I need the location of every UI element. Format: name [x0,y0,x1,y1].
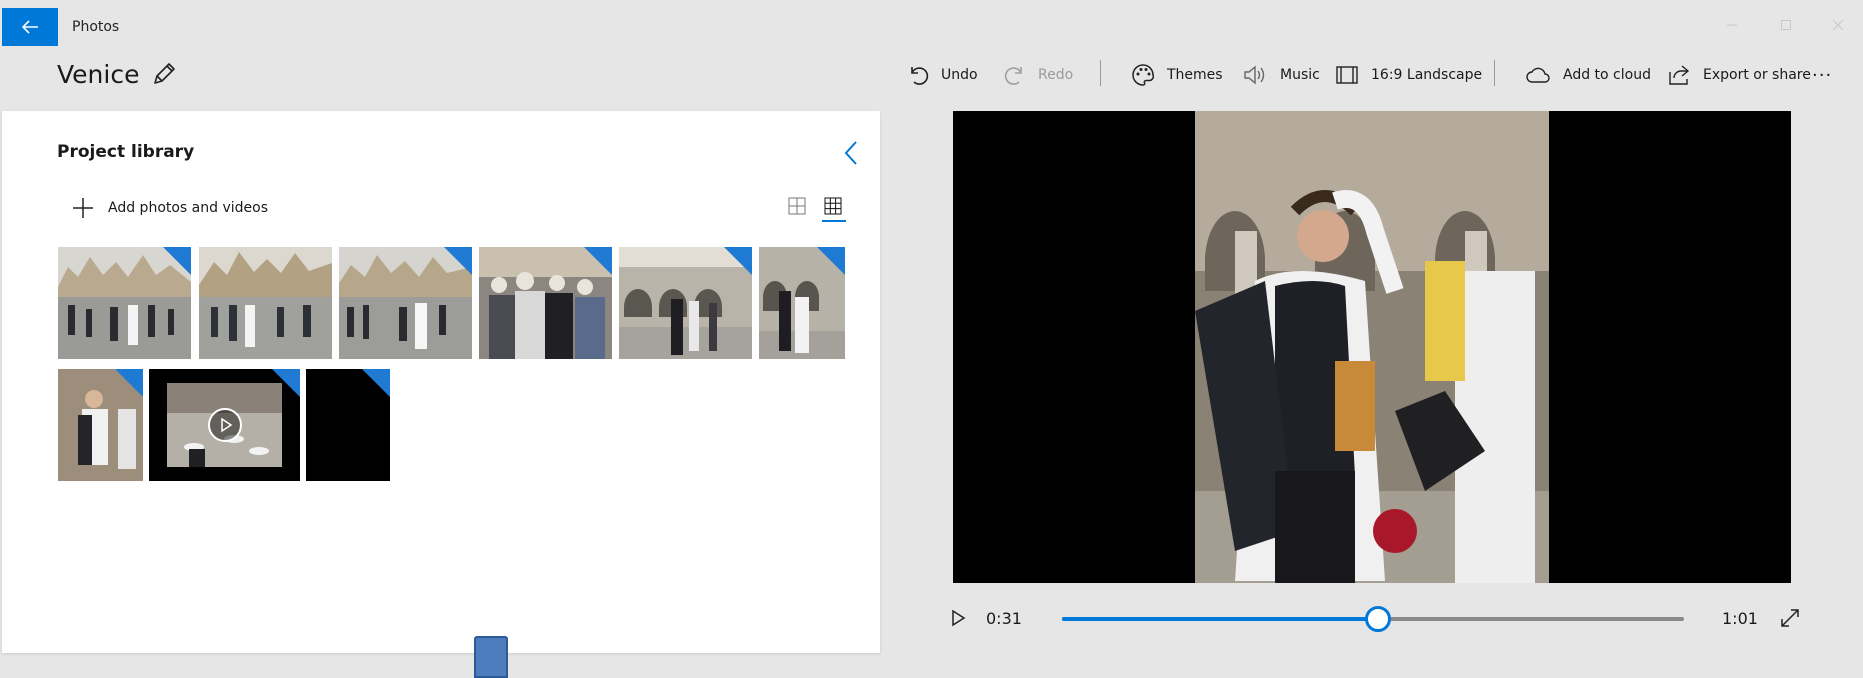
share-icon [1669,65,1690,85]
add-to-cloud-label: Add to cloud [1563,67,1651,83]
current-time: 0:31 [986,609,1022,628]
redo-button[interactable]: Redo [1004,60,1073,90]
aspect-ratio-icon [1336,66,1358,84]
library-item-photo[interactable] [58,369,143,481]
seek-thumb[interactable] [1364,606,1391,632]
play-icon [220,417,232,433]
collapse-library-button[interactable] [840,139,864,167]
palette-icon [1132,64,1155,86]
large-thumbnails-view-button[interactable] [788,197,806,219]
maximize-icon [1781,20,1791,30]
aspect-ratio-label: 16:9 Landscape [1371,67,1483,83]
pencil-icon [154,63,175,84]
library-item-photo[interactable] [479,247,612,359]
toolbar-divider [1494,60,1495,86]
add-photos-videos-button[interactable]: Add photos and videos [72,197,268,219]
music-label: Music [1280,67,1320,83]
library-item-video[interactable] [149,369,300,481]
library-item-photo[interactable] [759,247,845,359]
small-thumbnails-view-button[interactable] [824,197,842,219]
undo-icon [911,67,929,85]
title-bar: Photos [0,8,1863,46]
total-time: 1:01 [1722,609,1758,628]
small-grid-icon [824,197,842,215]
video-play-overlay [207,408,242,442]
library-item-photo[interactable] [199,247,332,359]
active-view-indicator [822,220,846,222]
undo-label: Undo [941,67,978,83]
aspect-ratio-button[interactable]: 16:9 Landscape [1335,60,1482,90]
close-button[interactable] [1818,14,1858,40]
unused-badge [115,369,143,397]
speaker-icon [1244,65,1265,85]
library-item-blank[interactable] [306,369,390,481]
undo-button[interactable]: Undo [907,60,978,90]
cloud-icon [1526,67,1550,83]
storyboard-drag-handle[interactable] [474,636,508,678]
fullscreen-button[interactable] [1778,606,1802,630]
redo-label: Redo [1038,67,1074,83]
maximize-button[interactable] [1766,14,1806,40]
app-title: Photos [72,19,120,35]
unused-badge [584,247,612,275]
project-header: Venice Undo Redo Themes Music 16:9 Lands… [0,46,1863,110]
seek-progress [1062,617,1378,621]
back-button[interactable] [2,8,58,46]
redo-icon [1004,67,1022,85]
music-button[interactable]: Music [1242,60,1320,90]
rename-button[interactable] [150,60,180,90]
library-item-photo[interactable] [58,247,191,359]
video-preview[interactable] [953,111,1791,583]
library-item-photo[interactable] [339,247,472,359]
piazza-photo [199,247,332,359]
expand-icon [1781,609,1799,627]
toolbar-divider [1100,60,1101,86]
add-to-cloud-button[interactable]: Add to cloud [1525,60,1651,90]
unused-badge [163,247,191,275]
play-button[interactable] [946,606,970,630]
unused-badge [724,247,752,275]
minimize-icon [1727,24,1737,26]
minimize-button[interactable] [1712,14,1752,40]
back-arrow-icon [21,20,38,34]
play-icon [952,609,966,627]
unused-badge [444,247,472,275]
project-title: Venice [57,60,140,89]
add-photos-videos-label: Add photos and videos [108,200,269,216]
unused-badge [817,247,845,275]
more-options-button[interactable]: ··· [1812,60,1832,90]
project-library-title: Project library [57,142,195,162]
export-share-label: Export or share [1703,67,1811,83]
project-library-panel: Project library Add photos and videos [2,111,880,653]
preview-frame-photo [1195,111,1549,583]
unused-badge [362,369,390,397]
plus-icon [73,198,93,218]
unused-badge [272,369,300,397]
chevron-left-icon [844,141,857,165]
themes-button[interactable]: Themes [1131,60,1223,90]
large-grid-icon [788,197,806,215]
close-icon [1832,19,1844,31]
export-share-button[interactable]: Export or share [1667,60,1811,90]
themes-label: Themes [1167,67,1223,83]
library-item-photo[interactable] [619,247,752,359]
